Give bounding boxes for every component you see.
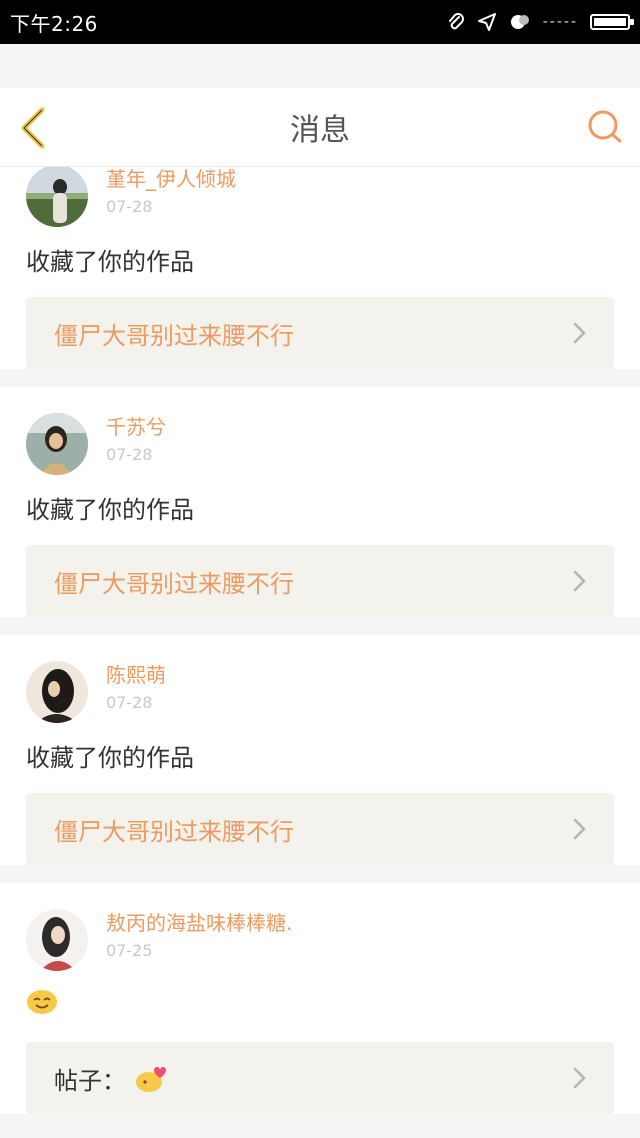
chevron-right-icon <box>573 322 586 344</box>
work-title: 僵尸大哥别过来腰不行 <box>54 321 294 350</box>
send-icon <box>477 13 496 31</box>
action-text: 收藏了你的作品 <box>26 248 194 276</box>
work-title: 帖子： <box>54 1061 166 1096</box>
work-link[interactable]: 帖子： <box>26 1042 614 1114</box>
message-card: 陈熙萌 07-28 收藏了你的作品 僵尸大哥别过来腰不行 <box>0 635 640 865</box>
avatar[interactable] <box>26 167 88 227</box>
nav-header: 消息 <box>0 88 640 167</box>
action-text: 收藏了你的作品 <box>26 744 194 772</box>
username[interactable]: 堇年_伊人倾城 <box>106 167 236 191</box>
work-link[interactable]: 僵尸大哥别过来腰不行 <box>26 793 614 865</box>
signal-indicator: ----- <box>542 14 578 30</box>
username[interactable]: 陈熙萌 <box>106 663 166 687</box>
work-link[interactable]: 僵尸大哥别过来腰不行 <box>26 545 614 617</box>
work-title: 僵尸大哥别过来腰不行 <box>54 569 294 598</box>
message-card: 千苏兮 07-28 收藏了你的作品 僵尸大哥别过来腰不行 <box>0 387 640 617</box>
message-list[interactable]: 堇年_伊人倾城 07-28 收藏了你的作品 僵尸大哥别过来腰不行 千苏兮 07-… <box>0 167 640 1138</box>
chevron-right-icon <box>573 1067 586 1089</box>
username[interactable]: 千苏兮 <box>106 415 166 439</box>
back-icon[interactable] <box>16 106 52 150</box>
message-card: 敖丙的海盐味棒棒糖. 07-25 帖子： <box>0 883 640 1114</box>
chevron-right-icon <box>573 818 586 840</box>
action-emoji <box>26 989 614 1024</box>
page-title: 消息 <box>290 113 350 148</box>
message-card: 堇年_伊人倾城 07-28 收藏了你的作品 僵尸大哥别过来腰不行 <box>0 167 640 369</box>
battery-icon <box>590 14 634 30</box>
status-icons: ----- <box>447 12 634 32</box>
username[interactable]: 敖丙的海盐味棒棒糖. <box>106 911 292 935</box>
status-bar: 下午2:26 ----- <box>0 0 640 44</box>
post-prefix: 帖子： <box>54 1066 126 1095</box>
work-title: 僵尸大哥别过来腰不行 <box>54 817 294 846</box>
message-date: 07-28 <box>106 197 153 216</box>
avatar[interactable] <box>26 413 88 475</box>
search-icon[interactable] <box>586 108 624 146</box>
status-time: 下午2:26 <box>10 11 98 36</box>
attachment-icon <box>448 13 464 30</box>
kiss-emoji-icon <box>135 1066 166 1092</box>
avatar[interactable] <box>26 661 88 723</box>
top-spacer <box>0 44 640 88</box>
chevron-right-icon <box>573 570 586 592</box>
message-date: 07-25 <box>106 941 153 960</box>
smile-emoji-icon <box>27 990 57 1014</box>
app-notification-icon <box>510 15 529 29</box>
action-text: 收藏了你的作品 <box>26 496 194 524</box>
avatar[interactable] <box>26 909 88 971</box>
message-date: 07-28 <box>106 693 153 712</box>
work-link[interactable]: 僵尸大哥别过来腰不行 <box>26 297 614 369</box>
message-date: 07-28 <box>106 445 153 464</box>
